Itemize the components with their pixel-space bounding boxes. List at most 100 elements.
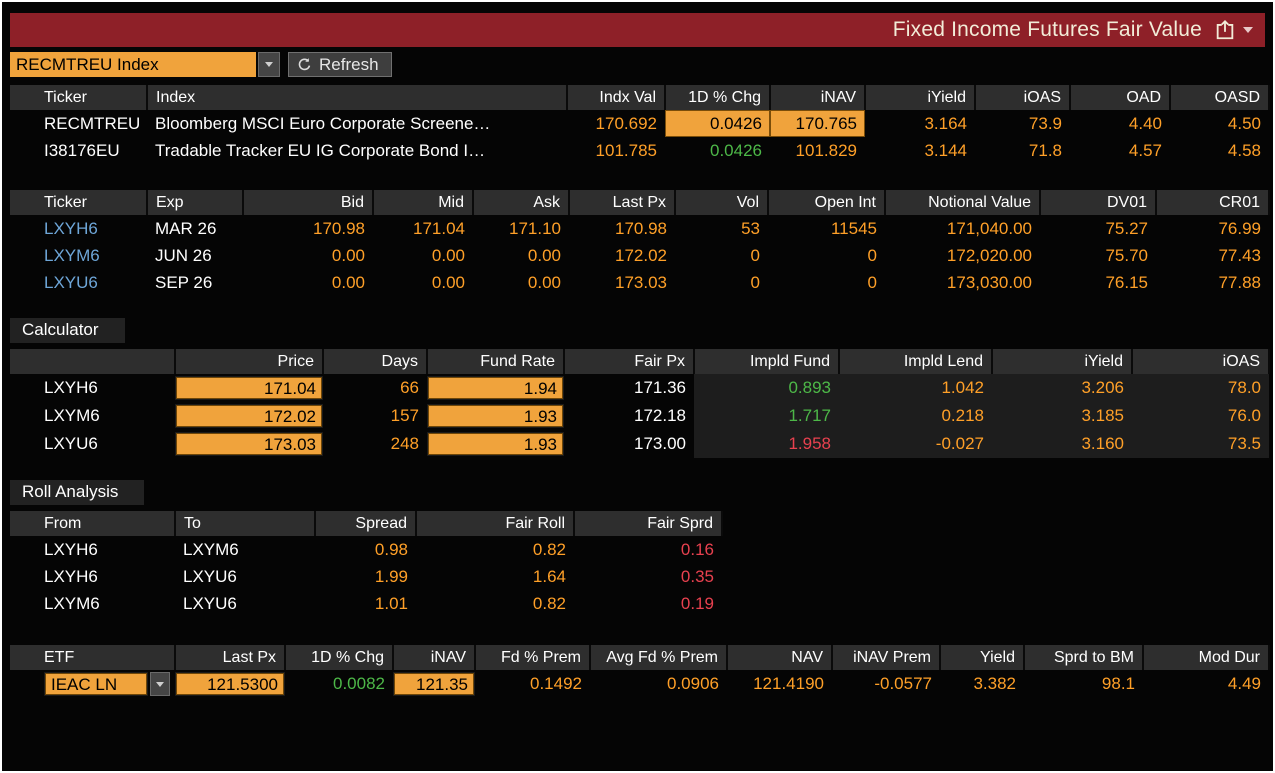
- cell-to: LXYU6: [175, 590, 315, 617]
- cell-impld-lend: 1.042: [839, 374, 992, 402]
- cell-vol: 53: [675, 215, 768, 242]
- cell-1d-chg: 0.0426: [665, 137, 770, 164]
- roll-analysis-header-row: From To Spread Fair Roll Fair Sprd: [10, 511, 722, 536]
- cell-from: LXYM6: [10, 590, 175, 617]
- cell-cr01: 77.88: [1156, 269, 1269, 296]
- col-header-iyield: iYield: [992, 349, 1132, 374]
- cell-iyield: 3.144: [865, 137, 975, 164]
- cell-mid: 0.00: [373, 242, 473, 269]
- price-input[interactable]: 173.03: [175, 432, 323, 456]
- cell-last-px: 170.98: [569, 215, 675, 242]
- cell-fair-roll: 0.82: [416, 536, 574, 563]
- cell-exp: MAR 26: [147, 215, 243, 242]
- index-table: Ticker Index Indx Val 1D % Chg iNAV iYie…: [10, 85, 1270, 164]
- etf-last-px-input[interactable]: 121.5300: [175, 672, 285, 696]
- refresh-button[interactable]: Refresh: [288, 52, 392, 77]
- col-header-sprd-to-bm: Sprd to BM: [1024, 645, 1143, 670]
- table-row: LXYM6 JUN 26 0.00 0.00 0.00 172.02 0 0 1…: [10, 242, 1269, 269]
- cell-ticker: LXYU6: [10, 430, 175, 458]
- cell-impld-lend: -0.027: [839, 430, 992, 458]
- export-button[interactable]: [1214, 19, 1253, 41]
- roll-analysis-section-label: Roll Analysis: [10, 480, 144, 505]
- cell-fair-sprd: 0.19: [574, 590, 722, 617]
- fund-rate-input[interactable]: 1.94: [427, 376, 564, 400]
- col-header-ask: Ask: [473, 190, 569, 215]
- cell-sprd-to-bm: 98.1: [1024, 670, 1143, 698]
- col-header-inav: iNAV: [393, 645, 475, 670]
- fund-rate-input[interactable]: 1.93: [427, 432, 564, 456]
- col-header-inav: iNAV: [770, 85, 865, 110]
- col-header-iyield: iYield: [865, 85, 975, 110]
- price-input[interactable]: 171.04: [175, 376, 323, 400]
- cell-index-name: Tradable Tracker EU IG Corporate Bond I…: [147, 137, 567, 164]
- price-input[interactable]: 172.02: [175, 404, 323, 428]
- cell-from: LXYH6: [10, 536, 175, 563]
- futures-table-header-row: Ticker Exp Bid Mid Ask Last Px Vol Open …: [10, 190, 1269, 215]
- security-dropdown-button[interactable]: [258, 52, 280, 77]
- etf-select[interactable]: IEAC LN: [44, 672, 148, 696]
- cell-dv01: 76.15: [1040, 269, 1156, 296]
- fund-rate-input[interactable]: 1.93: [427, 404, 564, 428]
- col-header-dv01: DV01: [1040, 190, 1156, 215]
- security-select[interactable]: RECMTREU Index: [10, 52, 256, 77]
- etf-dropdown-button[interactable]: [150, 672, 170, 696]
- cell-fair-sprd: 0.35: [574, 563, 722, 590]
- cell-oasd: 4.50: [1170, 110, 1269, 137]
- table-row: LXYU6 173.03 248 1.93 173.00 1.958 -0.02…: [10, 430, 1269, 458]
- cell-oad: 4.40: [1070, 110, 1170, 137]
- col-header-oasd: OASD: [1170, 85, 1269, 110]
- table-row: LXYH6 MAR 26 170.98 171.04 171.10 170.98…: [10, 215, 1269, 242]
- etf-inav-input[interactable]: 121.35: [393, 672, 475, 696]
- cell-iyield: 3.164: [865, 110, 975, 137]
- etf-header-row: ETF Last Px 1D % Chg iNAV Fd % Prem Avg …: [10, 645, 1269, 670]
- cell-days: 248: [323, 430, 427, 458]
- cell-ioas: 78.0: [1132, 374, 1269, 402]
- cell-dv01: 75.70: [1040, 242, 1156, 269]
- cell-index-name: Bloomberg MSCI Euro Corporate Screene…: [147, 110, 567, 137]
- table-row: LXYM6 LXYU6 1.01 0.82 0.19: [10, 590, 722, 617]
- cell-avg-fd-prem: 0.0906: [590, 670, 727, 698]
- cell-ioas: 76.0: [1132, 402, 1269, 430]
- col-header-ioas: iOAS: [1132, 349, 1269, 374]
- cell-fair-roll: 1.64: [416, 563, 574, 590]
- col-header-mod-dur: Mod Dur: [1143, 645, 1269, 670]
- table-row: LXYH6 LXYU6 1.99 1.64 0.35: [10, 563, 722, 590]
- table-row: LXYH6 171.04 66 1.94 171.36 0.893 1.042 …: [10, 374, 1269, 402]
- cell-ask: 171.10: [473, 215, 569, 242]
- cell-dv01: 75.27: [1040, 215, 1156, 242]
- table-row: I38176EU Tradable Tracker EU IG Corporat…: [10, 137, 1269, 164]
- cell-oad: 4.57: [1070, 137, 1170, 164]
- col-header-avg-fd-prem: Avg Fd % Prem: [590, 645, 727, 670]
- export-menu-caret-icon[interactable]: [1243, 27, 1253, 33]
- col-header-exp: Exp: [147, 190, 243, 215]
- cell-inav: 121.35: [393, 670, 475, 698]
- cell-vol: 0: [675, 242, 768, 269]
- cell-inav: 101.829: [770, 137, 865, 164]
- cell-ioas: 71.8: [975, 137, 1070, 164]
- cell-ask: 0.00: [473, 242, 569, 269]
- table-row: LXYU6 SEP 26 0.00 0.00 0.00 173.03 0 0 1…: [10, 269, 1269, 296]
- col-header-spread: Spread: [315, 511, 416, 536]
- roll-analysis-section: Roll Analysis From To Spread Fair Roll F…: [2, 480, 1273, 617]
- calculator-section-label: Calculator: [10, 318, 125, 343]
- cell-spread: 0.98: [315, 536, 416, 563]
- cell-fair-px: 172.18: [564, 402, 694, 430]
- col-header-cr01: CR01: [1156, 190, 1269, 215]
- cell-open-int: 0: [768, 269, 885, 296]
- col-header-impld-fund: Impld Fund: [694, 349, 839, 374]
- cell-fund-rate: 1.93: [427, 430, 564, 458]
- cell-ask: 0.00: [473, 269, 569, 296]
- refresh-icon: [297, 57, 312, 72]
- cell-fund-rate: 1.94: [427, 374, 564, 402]
- cell-days: 66: [323, 374, 427, 402]
- cell-from: LXYH6: [10, 563, 175, 590]
- cell-ticker: LXYM6: [10, 402, 175, 430]
- toolbar: RECMTREU Index Refresh: [10, 52, 1273, 77]
- cell-yield: 3.382: [940, 670, 1024, 698]
- cell-cr01: 76.99: [1156, 215, 1269, 242]
- cell-ticker: LXYH6: [10, 215, 147, 242]
- etf-table: ETF Last Px 1D % Chg iNAV Fd % Prem Avg …: [10, 645, 1270, 698]
- cell-price: 172.02: [175, 402, 323, 430]
- col-header-vol: Vol: [675, 190, 768, 215]
- table-row: LXYM6 172.02 157 1.93 172.18 1.717 0.218…: [10, 402, 1269, 430]
